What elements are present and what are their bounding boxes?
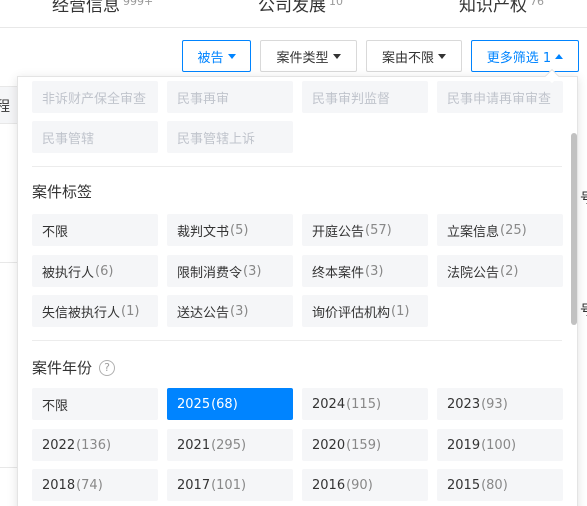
table-cell-fragment: 号 <box>580 300 587 320</box>
case-tags-title: 案件标签 <box>32 183 93 201</box>
case-year-option[interactable]: 2021 (295) <box>167 429 293 461</box>
table-header-label: 程 <box>0 99 10 115</box>
case-tag-option[interactable]: 不限 <box>32 214 158 246</box>
case-year-option[interactable]: 2020 (159) <box>302 429 428 461</box>
table-row-divider <box>0 262 18 263</box>
section-divider <box>32 166 562 167</box>
case-type-option[interactable]: 非诉财产保全审查 <box>32 81 158 113</box>
case-type-option[interactable]: 民事管辖上诉 <box>167 121 293 153</box>
help-icon[interactable]: ? <box>99 359 116 376</box>
table-cell-fragment: 号 <box>580 188 587 208</box>
tab-intellectual-property[interactable]: 知识产权 76 <box>459 0 544 16</box>
case-tag-option[interactable]: 开庭公告 (57) <box>302 214 428 246</box>
tab-business-info[interactable]: 经营信息 999+ <box>52 0 153 16</box>
scrollbar-thumb[interactable] <box>571 133 577 325</box>
caret-down-icon <box>438 53 446 59</box>
case-year-option[interactable]: 2016 (90) <box>302 469 428 501</box>
case-year-option[interactable]: 2023 (93) <box>437 388 563 420</box>
case-tag-option[interactable]: 限制消费令 (3) <box>167 255 293 287</box>
more-filters-dropdown: 非诉财产保全审查 民事再审 民事审判监督 民事申请再审审查 民事管辖 民事管辖上… <box>17 76 578 506</box>
caret-down-icon <box>332 53 341 59</box>
top-tab-strip: 经营信息 999+ 公司发展 10 知识产权 76 <box>0 0 587 28</box>
case-year-title: 案件年份 ? <box>32 357 116 378</box>
case-type-option[interactable]: 民事管辖 <box>32 121 158 153</box>
more-filters-button[interactable]: 更多筛选 1 <box>471 40 579 72</box>
caret-down-icon <box>227 53 236 59</box>
scrollbar-track[interactable] <box>569 77 577 506</box>
cause-filter-button[interactable]: 案由不限 <box>366 40 462 72</box>
case-tag-option[interactable]: 被执行人 (6) <box>32 255 158 287</box>
case-year-option[interactable]: 不限 <box>32 388 158 420</box>
tab-company-development[interactable]: 公司发展 10 <box>258 0 343 16</box>
section-divider <box>32 340 562 341</box>
table-row-divider <box>0 467 18 468</box>
case-year-option[interactable]: 2019 (100) <box>437 429 563 461</box>
case-year-option[interactable]: 2017 (101) <box>167 469 293 501</box>
defendant-filter-button[interactable]: 被告 <box>182 40 251 72</box>
case-tag-option[interactable]: 询价评估机构 (1) <box>302 295 428 327</box>
case-type-option[interactable]: 民事审判监督 <box>302 81 428 113</box>
case-tag-option[interactable]: 送达公告 (3) <box>167 295 293 327</box>
case-year-option-selected[interactable]: 2025 (68) <box>167 388 293 420</box>
case-year-option[interactable]: 2018 (74) <box>32 469 158 501</box>
caret-up-icon <box>555 53 564 59</box>
case-tag-option[interactable]: 法院公告 (2) <box>437 255 563 287</box>
case-type-option[interactable]: 民事再审 <box>167 81 293 113</box>
case-year-option[interactable]: 2022 (136) <box>32 429 158 461</box>
case-tag-option[interactable]: 失信被执行人 (1) <box>32 295 158 327</box>
case-tag-option[interactable]: 立案信息 (25) <box>437 214 563 246</box>
case-tag-option[interactable]: 裁判文书 (5) <box>167 214 293 246</box>
case-year-option[interactable]: 2024 (115) <box>302 388 428 420</box>
case-type-filter-button[interactable]: 案件类型 <box>260 40 357 72</box>
table-header: 程 <box>0 86 18 124</box>
case-type-option[interactable]: 民事申请再审审查 <box>437 81 563 113</box>
case-year-option[interactable]: 2015 (80) <box>437 469 563 501</box>
case-tag-option[interactable]: 终本案件 (3) <box>302 255 428 287</box>
